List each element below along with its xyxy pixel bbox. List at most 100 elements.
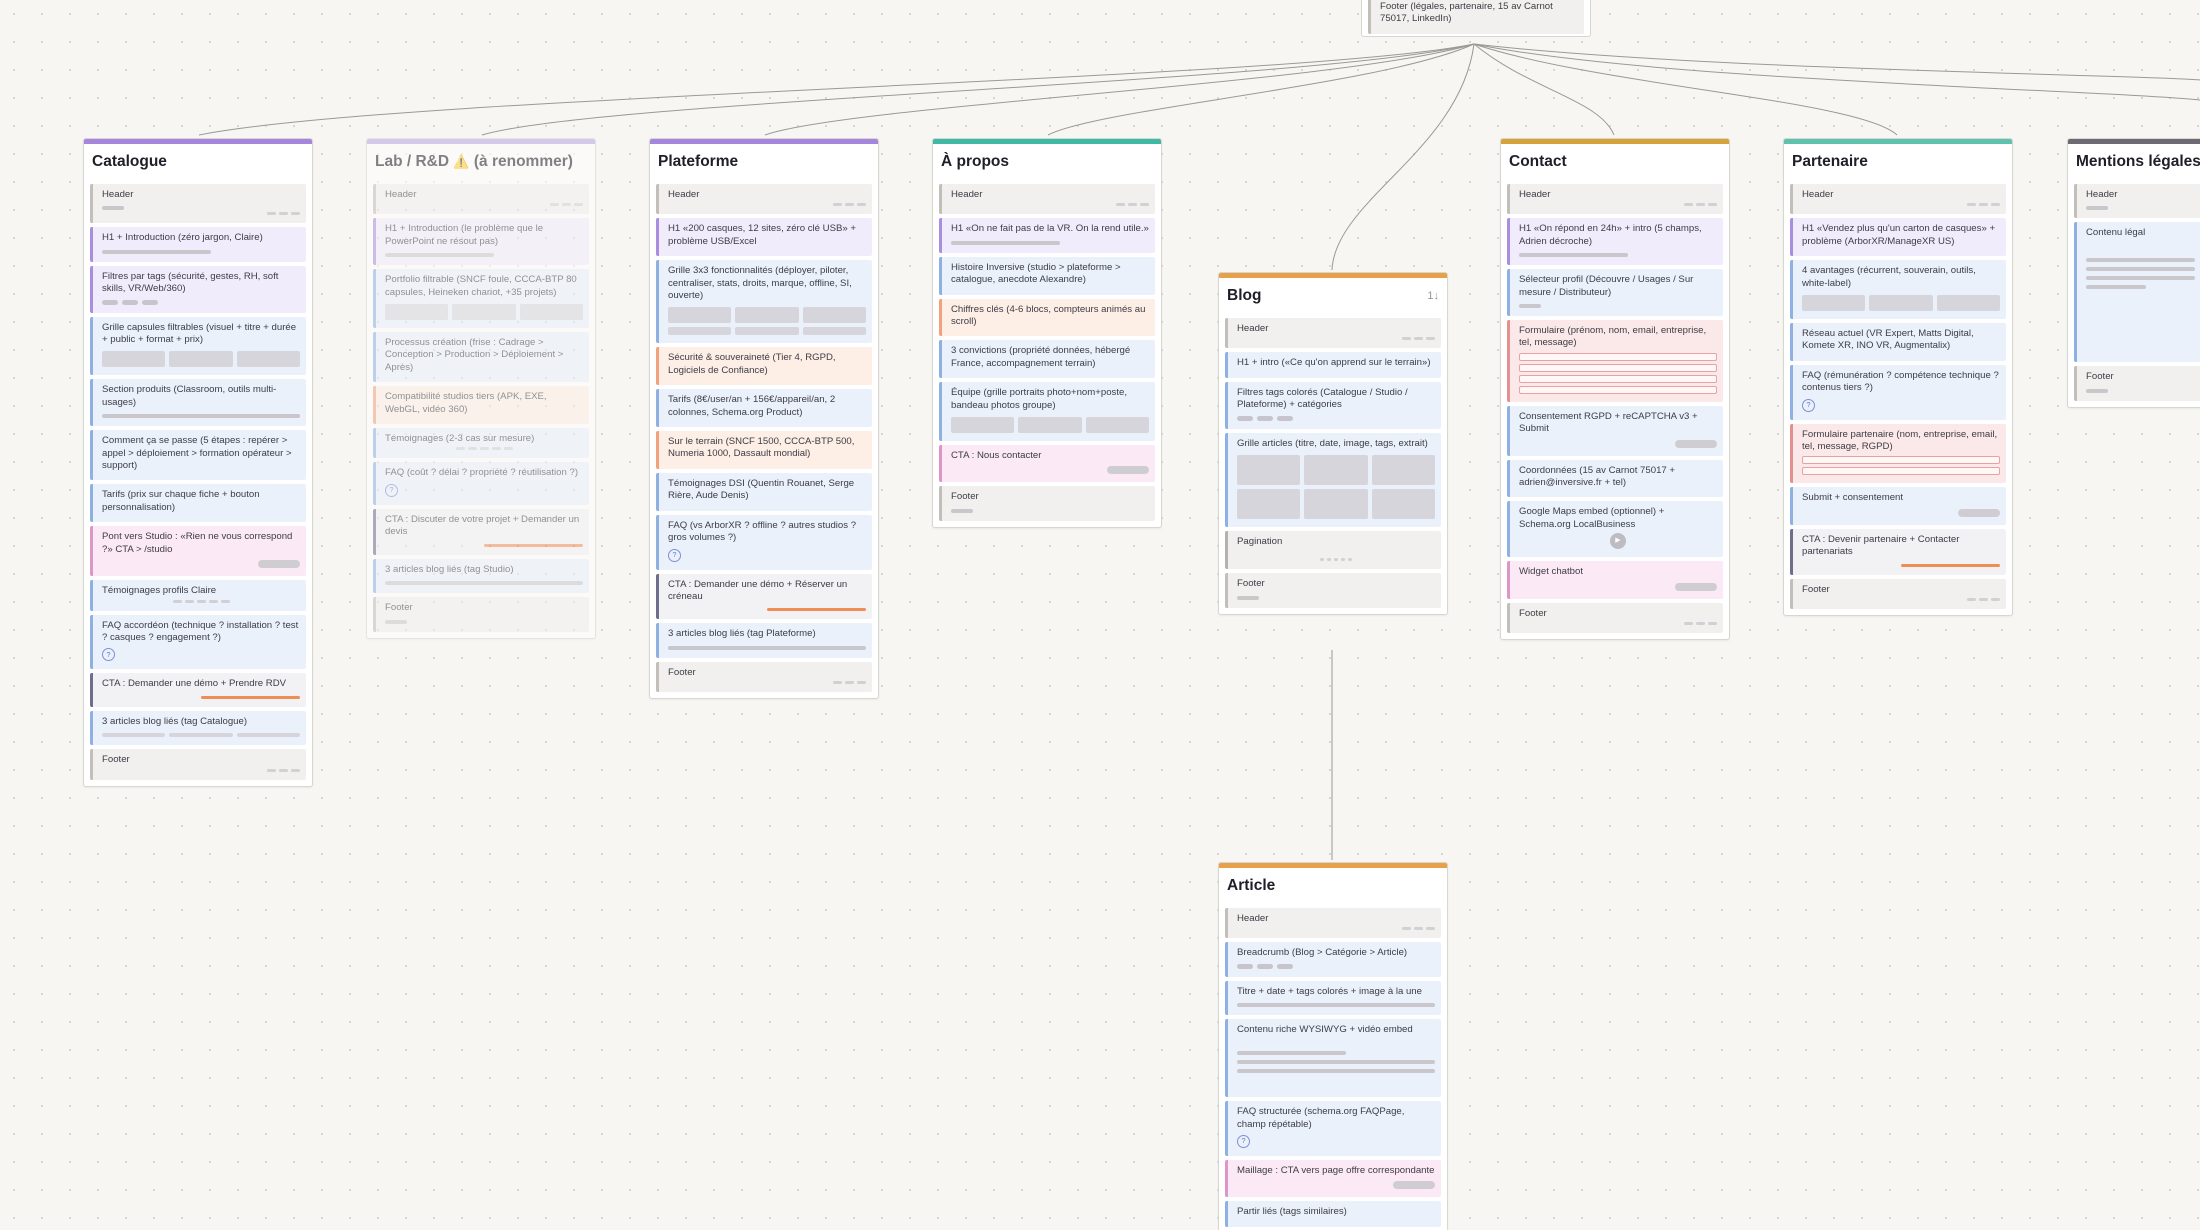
page-card-lab[interactable]: Lab / R&D ⚠️ (à renommer) Header H1 + In… (366, 138, 596, 639)
section-story[interactable]: Histoire Inversive (studio > plateforme … (939, 256, 1155, 295)
section-related[interactable]: Partir liés (tags similaires) (1225, 1201, 1441, 1227)
section-testimonials[interactable]: Témoignages profils Claire (90, 580, 306, 611)
section-related-articles[interactable]: 3 articles blog liés (tag Plateforme) (656, 623, 872, 658)
section-portfolio[interactable]: Portfolio filtrable (SNCF foule, CCCA-BT… (373, 269, 589, 329)
section-field[interactable]: Sur le terrain (SNCF 1500, CCCA-BTP 500,… (656, 431, 872, 469)
section-faq[interactable]: FAQ (coût ? délai ? propriété ? réutilis… (373, 462, 589, 505)
card-header: Blog 1↓ (1219, 278, 1447, 314)
section-header[interactable]: Header (1507, 184, 1723, 215)
card-header: Catalogue (84, 144, 312, 180)
connector-catalogue (198, 43, 1475, 136)
section-h1-intro[interactable]: H1 + Introduction (zéro jargon, Claire) (90, 227, 306, 262)
section-faq[interactable]: FAQ (rémunération ? compétence technique… (1790, 364, 2006, 420)
section-header[interactable]: Header (939, 184, 1155, 215)
section-features-grid[interactable]: Grille 3x3 fonctionnalités (déployer, pi… (656, 260, 872, 344)
section-contact-details[interactable]: Coordonnées (15 av Carnot 75017 + adrien… (1507, 459, 1723, 498)
card-header: Contact (1501, 144, 1729, 180)
section-profile-selector[interactable]: Sélecteur profil (Découvre / Usages / Su… (1507, 269, 1723, 317)
section-h1-intro[interactable]: H1 «On ne fait pas de la VR. On la rend … (939, 218, 1155, 253)
sort-icon[interactable]: 1↓ (1427, 290, 1439, 302)
section-faq[interactable]: FAQ structurée (schema.org FAQPage, cham… (1225, 1101, 1441, 1157)
section-footer[interactable]: Footer (656, 661, 872, 693)
question-icon: ? (102, 648, 115, 662)
section-process[interactable]: Processus création (frise : Cadrage > Co… (373, 332, 589, 383)
section-h1-intro[interactable]: H1 «On répond en 24h» + intro (5 champs,… (1507, 218, 1723, 266)
section-pagination[interactable]: Pagination (1225, 531, 1441, 570)
section-filters[interactable]: Filtres par tags (sécurité, gestes, RH, … (90, 265, 306, 313)
question-icon: ? (1802, 398, 1815, 412)
section-maps[interactable]: Google Maps embed (optionnel) + Schema.o… (1507, 501, 1723, 558)
connector-contact (1473, 43, 1615, 136)
page-card-catalogue[interactable]: Catalogue Header H1 + Introduction (zéro… (83, 138, 313, 787)
section-footer[interactable]: Footer (2074, 366, 2200, 401)
root-footer-section[interactable]: Footer (légales, partenaire, 15 av Carno… (1368, 0, 1584, 34)
section-pricing[interactable]: Tarifs (prix sur chaque fiche + bouton p… (90, 484, 306, 523)
section-consent[interactable]: Consentement RGPD + reCAPTCHA v3 + Submi… (1507, 405, 1723, 456)
page-card-plateforme[interactable]: Plateforme Header H1 «200 casques, 12 si… (649, 138, 879, 700)
section-key-figures[interactable]: Chiffres clés (4-6 blocs, compteurs anim… (939, 298, 1155, 337)
section-header[interactable]: Header (1790, 184, 2006, 215)
page-card-apropos[interactable]: À propos Header H1 «On ne fait pas de la… (932, 138, 1162, 528)
section-security[interactable]: Sécurité & souveraineté (Tier 4, RGPD, L… (656, 347, 872, 386)
section-faq[interactable]: FAQ accordéon (technique ? installation … (90, 614, 306, 670)
card-title: Blog (1227, 287, 1262, 304)
section-h1-intro[interactable]: H1 + intro («Ce qu'on apprend sur le ter… (1225, 352, 1441, 378)
root-page-card[interactable]: Footer (légales, partenaire, 15 av Carno… (1361, 0, 1591, 37)
section-process[interactable]: Comment ça se passe (5 étapes : repérer … (90, 430, 306, 481)
section-team[interactable]: Équipe (grille portraits photo+nom+poste… (939, 382, 1155, 442)
section-convictions[interactable]: 3 convictions (propriété données, héberg… (939, 340, 1155, 379)
section-related-articles[interactable]: 3 articles blog liés (tag Studio) (373, 558, 589, 594)
card-title: Catalogue (92, 153, 167, 170)
section-header[interactable]: Header (656, 184, 872, 215)
section-header[interactable]: Header (2074, 184, 2200, 219)
page-card-article[interactable]: Article Header Breadcrumb (Blog > Catégo… (1218, 862, 1448, 1230)
section-cta[interactable]: CTA : Demander une démo + Prendre RDV (90, 673, 306, 707)
section-footer[interactable]: Footer (1507, 602, 1723, 634)
section-header[interactable]: Header (373, 184, 589, 215)
section-chatbot[interactable]: Widget chatbot (1507, 561, 1723, 599)
section-partner-form[interactable]: Formulaire partenaire (nom, entreprise, … (1790, 423, 2006, 484)
page-card-contact[interactable]: Contact Header H1 «On répond en 24h» + i… (1500, 138, 1730, 641)
section-footer[interactable]: Footer (1225, 573, 1441, 608)
section-studio-bridge[interactable]: Pont vers Studio : «Rien ne vous corresp… (90, 526, 306, 577)
page-card-blog[interactable]: Blog 1↓ Header H1 + intro («Ce qu'on app… (1218, 272, 1448, 615)
section-cta[interactable]: CTA : Demander une démo + Réserver un cr… (656, 573, 872, 620)
section-header[interactable]: Header (1225, 908, 1441, 939)
section-cross-linking[interactable]: Maillage : CTA vers page offre correspon… (1225, 1160, 1441, 1198)
section-cta[interactable]: CTA : Nous contacter (939, 445, 1155, 483)
section-breadcrumb[interactable]: Breadcrumb (Blog > Catégorie > Article) (1225, 942, 1441, 977)
section-articles-grid[interactable]: Grille articles (titre, date, image, tag… (1225, 432, 1441, 528)
section-capsule-grid[interactable]: Grille capsules filtrables (visuel + tit… (90, 316, 306, 376)
section-header[interactable]: Header (90, 184, 306, 224)
section-testimonials[interactable]: Témoignages (2-3 cas sur mesure) (373, 428, 589, 459)
page-card-mentions[interactable]: Mentions légales Header Contenu légal Fo… (2067, 138, 2200, 408)
question-icon: ? (385, 483, 398, 497)
section-title-meta[interactable]: Titre + date + tags colorés + image à la… (1225, 980, 1441, 1016)
section-faq[interactable]: FAQ (vs ArborXR ? offline ? autres studi… (656, 514, 872, 570)
section-pricing[interactable]: Tarifs (8€/user/an + 156€/appareil/an, 2… (656, 389, 872, 428)
section-h1-intro[interactable]: H1 + Introduction (le problème que le Po… (373, 218, 589, 266)
section-h1-intro[interactable]: H1 «Vendez plus qu'un carton de casques»… (1790, 218, 2006, 257)
page-card-partenaire[interactable]: Partenaire Header H1 «Vendez plus qu'un … (1783, 138, 2013, 617)
section-footer[interactable]: Footer (90, 749, 306, 780)
section-legal-content[interactable]: Contenu légal (2074, 222, 2200, 363)
section-testimonials[interactable]: Témoignages DSI (Quentin Rouanet, Serge … (656, 472, 872, 511)
section-products[interactable]: Section produits (Classroom, outils mult… (90, 379, 306, 427)
card-title: Article (1227, 877, 1276, 894)
section-form[interactable]: Formulaire (prénom, nom, email, entrepri… (1507, 320, 1723, 402)
section-cta[interactable]: CTA : Devenir partenaire + Contacter par… (1790, 528, 2006, 575)
question-icon: ? (668, 548, 681, 562)
section-footer[interactable]: Footer (939, 486, 1155, 521)
section-cta[interactable]: CTA : Discuter de votre projet + Demande… (373, 508, 589, 555)
section-advantages[interactable]: 4 avantages (récurrent, souverain, outil… (1790, 260, 2006, 320)
section-footer[interactable]: Footer (1790, 578, 2006, 610)
section-h1-intro[interactable]: H1 «200 casques, 12 sites, zéro clé USB»… (656, 218, 872, 257)
section-filters[interactable]: Filtres tags colorés (Catalogue / Studio… (1225, 381, 1441, 429)
section-network[interactable]: Réseau actuel (VR Expert, Matts Digital,… (1790, 323, 2006, 361)
section-rich-content[interactable]: Contenu riche WYSIWYG + vidéo embed (1225, 1019, 1441, 1098)
section-related-articles[interactable]: 3 articles blog liés (tag Catalogue) (90, 710, 306, 746)
section-footer[interactable]: Footer (373, 597, 589, 632)
section-submit[interactable]: Submit + consentement (1790, 487, 2006, 525)
section-header[interactable]: Header (1225, 318, 1441, 349)
section-compatibility[interactable]: Compatibilité studios tiers (APK, EXE, W… (373, 386, 589, 425)
